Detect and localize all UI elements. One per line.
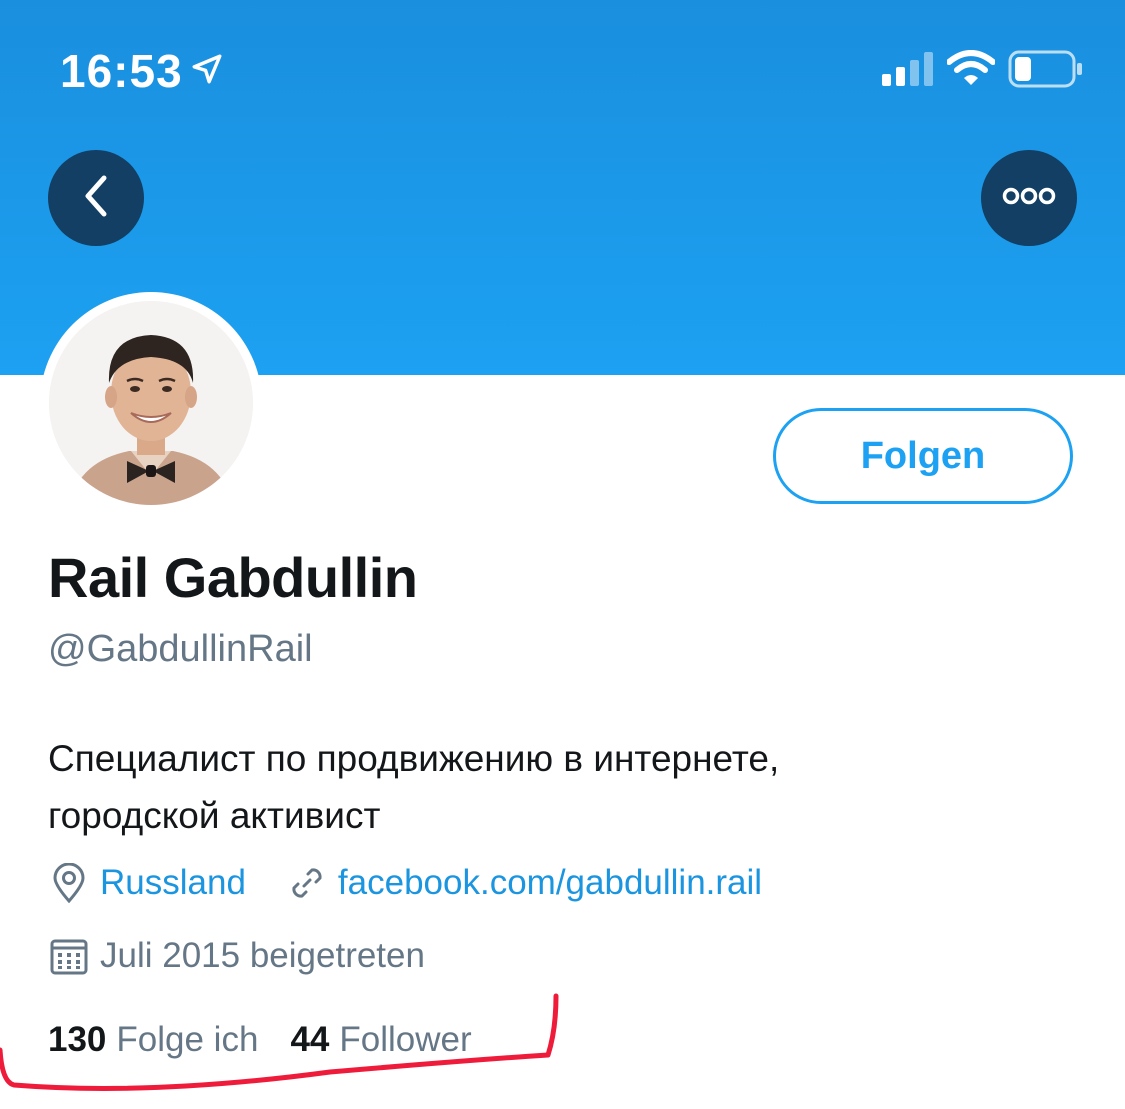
link-icon [286, 862, 328, 904]
avatar[interactable] [40, 292, 262, 514]
follow-counts: 130 Folge ich 44 Follower [48, 1020, 472, 1060]
follow-button[interactable]: Folgen [773, 408, 1073, 504]
battery-icon [1008, 50, 1084, 93]
profile-website-link[interactable]: facebook.com/gabdullin.rail [338, 863, 762, 903]
profile-location-link[interactable]: Russland [100, 863, 246, 903]
profile-meta-links: Russland facebook.com/gabdullin.rail [48, 862, 762, 904]
location-pin-icon [48, 862, 90, 904]
chevron-left-icon [76, 172, 116, 225]
followers-label: Follower [339, 1020, 472, 1059]
following-count: 130 [48, 1020, 107, 1059]
followers-count: 44 [290, 1020, 330, 1059]
avatar-photo [49, 301, 253, 505]
wifi-icon [946, 50, 996, 91]
followers-link[interactable]: 44 Follower [290, 1020, 471, 1060]
status-time: 16:53 [60, 45, 183, 97]
profile-joined: Juli 2015 beigetreten [48, 935, 425, 977]
back-button[interactable] [48, 150, 144, 246]
bio-line: городской активист [48, 795, 381, 836]
more-dots-icon [1002, 186, 1056, 211]
profile-bio: Специалист по продвижению в интернете, г… [48, 730, 1048, 844]
calendar-icon [48, 935, 90, 977]
joined-date: Juli 2015 beigetreten [100, 936, 425, 975]
bio-line: Специалист по продвижению в интернете, [48, 738, 780, 779]
more-options-button[interactable] [981, 150, 1077, 246]
following-label: Folge ich [116, 1020, 259, 1059]
location-arrow-icon [190, 52, 224, 91]
profile-handle: @GabdullinRail [48, 628, 313, 670]
profile-name: Rail Gabdullin [48, 546, 418, 609]
cellular-signal-icon [882, 52, 934, 91]
status-bar: 16:53 [0, 0, 1125, 140]
following-link[interactable]: 130 Folge ich [48, 1020, 258, 1060]
